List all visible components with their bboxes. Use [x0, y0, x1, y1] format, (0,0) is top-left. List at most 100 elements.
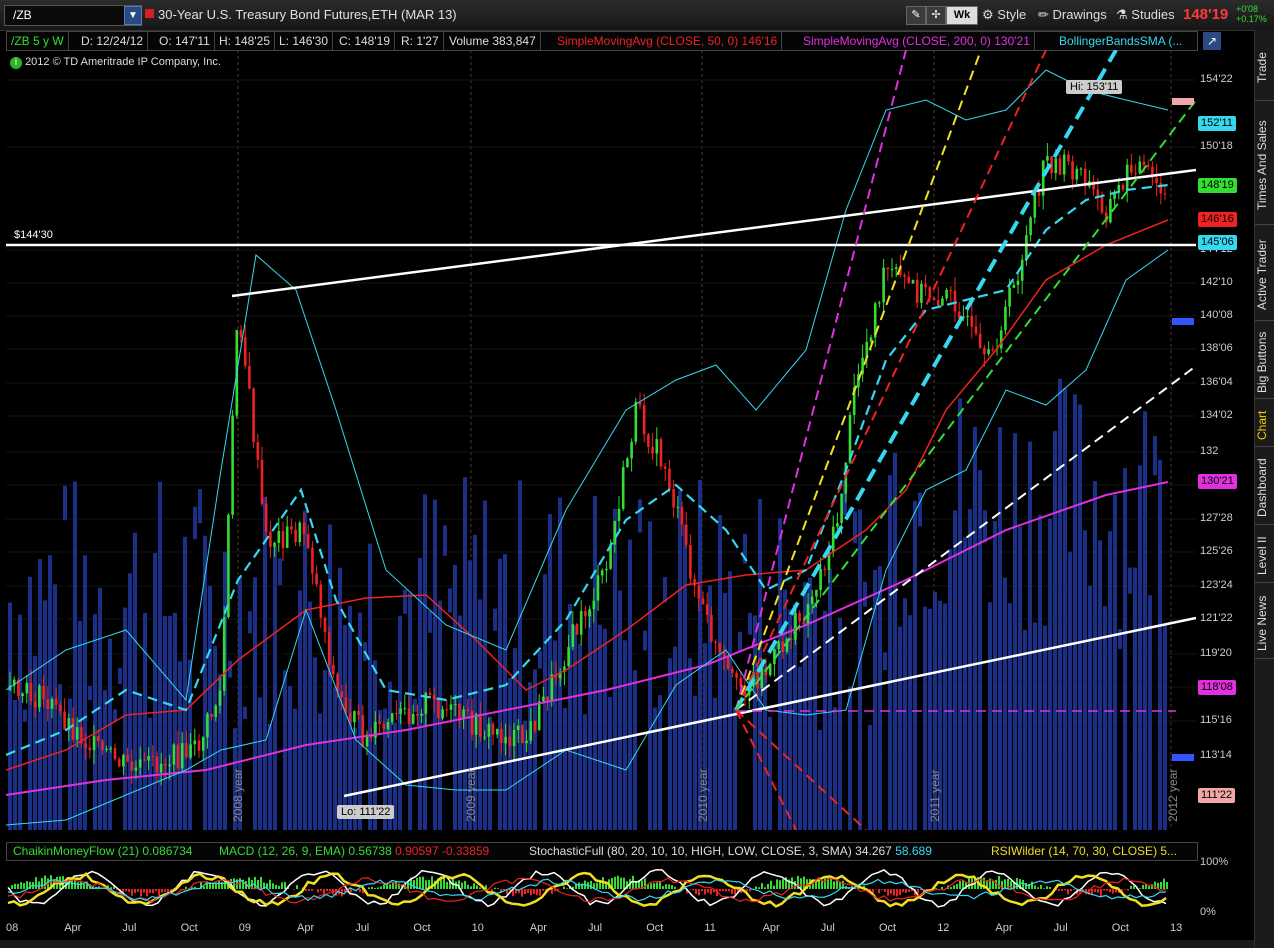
aggregation-button[interactable]: Wk — [946, 6, 978, 25]
macd-histogram-bar — [446, 881, 448, 889]
lower-axis-0: 0% — [1200, 906, 1216, 918]
sidebar-tab-dashboard[interactable]: Dashboard — [1255, 452, 1274, 525]
candle-body — [945, 289, 948, 299]
candle-body — [1058, 158, 1062, 175]
volume-bar — [1018, 526, 1022, 830]
price-label: 148'19 — [1198, 178, 1237, 193]
volume-bar — [403, 613, 407, 830]
candle-body — [810, 596, 814, 604]
volume-bar — [1048, 518, 1052, 830]
stochastic-study[interactable]: StochasticFull (80, 20, 10, 10, HIGH, LO… — [525, 843, 936, 860]
sidebar-tab-active-trader[interactable]: Active Trader — [1255, 230, 1274, 321]
drawing-tool-icon[interactable]: ✎ — [906, 6, 926, 25]
macd-histogram-bar — [668, 884, 670, 889]
candle-body — [483, 736, 486, 738]
sidebar-tab-live-news[interactable]: Live News — [1255, 588, 1274, 659]
price-tick: 121'22 — [1200, 612, 1233, 624]
candle-body — [323, 617, 327, 633]
sidebar-tab-chart[interactable]: Chart — [1255, 404, 1274, 447]
time-tick: 12 — [937, 922, 950, 934]
volume-bar — [563, 707, 567, 830]
chart-symbol-period[interactable]: /ZB 5 y W — [7, 32, 69, 50]
macd-histogram-bar — [140, 889, 142, 897]
sidebar-tab-trade[interactable]: Trade — [1255, 36, 1274, 101]
candle-body — [1121, 184, 1125, 190]
level-label: $144'30 — [14, 229, 53, 241]
macd-histogram-bar — [1133, 885, 1135, 889]
price-chart[interactable] — [6, 50, 1196, 830]
rsi-study[interactable]: RSIWilder (14, 70, 30, CLOSE) 5... — [987, 843, 1181, 860]
drawings-menu[interactable]: ✏ Drawings — [1038, 5, 1107, 24]
volume-bar — [838, 617, 842, 830]
bar-open: O: 147'11 — [155, 32, 215, 50]
price-axis[interactable]: 154'22150'18144'12142'10140'08138'06136'… — [1172, 50, 1252, 830]
link-status-icon[interactable] — [145, 9, 154, 18]
sidebar-tab-level-ii[interactable]: Level II — [1255, 530, 1274, 583]
macd-histogram-bar — [146, 889, 148, 897]
candle-body — [294, 529, 297, 543]
candle-body — [1016, 280, 1020, 285]
style-menu[interactable]: ⚙ Style — [982, 5, 1026, 24]
candle-body — [151, 756, 155, 758]
macd-histogram-bar — [14, 883, 16, 889]
sma50-study[interactable]: SimpleMovingAvg (CLOSE, 50, 0) 146'16 — [553, 32, 783, 50]
sma200-study[interactable]: SimpleMovingAvg (CLOSE, 200, 0) 130'21 — [799, 32, 1035, 50]
candle-body — [823, 568, 827, 570]
macd-histogram-bar — [1049, 886, 1051, 889]
sma50-value: 146'16 — [741, 34, 778, 48]
chart-settings-icon[interactable]: ↗ — [1203, 32, 1221, 50]
candle-body — [1079, 168, 1083, 170]
candle-body — [1163, 193, 1167, 195]
cmf-study[interactable]: ChaikinMoneyFlow (21) 0.086734 — [9, 843, 196, 860]
low-bubble: Lo: 111'22 — [337, 805, 395, 819]
candle-body — [260, 459, 264, 504]
macd-histogram-bar — [293, 889, 295, 890]
volume-bar — [653, 707, 657, 830]
macd-histogram-bar — [890, 889, 892, 894]
price-tick: 154'22 — [1200, 73, 1233, 85]
macd-histogram-bar — [443, 877, 445, 889]
candle-body — [630, 441, 633, 459]
time-tick: Jul — [588, 922, 603, 934]
sidebar-tab-big-buttons[interactable]: Big Buttons — [1255, 326, 1274, 399]
macd-histogram-bar — [704, 889, 706, 895]
price-tick: 113'14 — [1200, 749, 1232, 761]
candle-body — [949, 289, 953, 291]
candle-body — [155, 756, 159, 773]
macd-title: MACD (12, 26, 9, EMA) — [219, 844, 346, 858]
horizontal-scrollbar[interactable] — [0, 940, 1254, 948]
macd-histogram-bar — [524, 889, 526, 895]
volume-bar — [1143, 411, 1147, 830]
price-label: 118'08 — [1198, 680, 1236, 695]
lower-study-chart[interactable] — [6, 860, 1196, 918]
macd-histogram-bar — [902, 889, 904, 893]
candle-body — [403, 708, 407, 710]
sidebar-tab-times-and-sales[interactable]: Times And Sales — [1255, 106, 1274, 225]
candle-body — [96, 736, 100, 742]
macd-histogram-bar — [26, 881, 28, 889]
volume-bar — [253, 577, 257, 830]
volume-bar — [1043, 625, 1047, 830]
candle-body — [138, 759, 142, 768]
price-tick: 127'28 — [1200, 512, 1233, 524]
symbol-input[interactable]: /ZB — [4, 5, 142, 26]
macd-histogram-bar — [710, 889, 712, 895]
symbol-dropdown-button[interactable]: ▼ — [124, 6, 142, 25]
volume-bar — [583, 714, 587, 830]
bollinger-study[interactable]: BollingerBandsSMA (... — [1055, 32, 1186, 50]
time-axis[interactable]: 08 Apr Jul Oct 09 Apr Jul Oct 10 Apr Jul Oct 11 Apr Ju… — [6, 920, 1196, 940]
price-label: 145'06 — [1198, 235, 1237, 250]
macd-histogram-bar — [659, 881, 661, 889]
candle-body — [84, 743, 87, 748]
studies-menu[interactable]: ⚗ Studies — [1116, 5, 1175, 24]
info-icon[interactable]: i — [10, 57, 22, 69]
volume-bar — [103, 690, 107, 830]
macd-histogram-bar — [464, 880, 466, 889]
price-tick: 134'02 — [1200, 409, 1233, 421]
macd-histogram-bar — [419, 876, 421, 889]
crosshair-icon[interactable]: ✢ — [926, 6, 946, 25]
macd-histogram-bar — [137, 889, 139, 892]
macd-study[interactable]: MACD (12, 26, 9, EMA) 0.56738 0.90597 -0… — [215, 843, 493, 860]
macd-histogram-bar — [728, 889, 730, 892]
volume-bar — [848, 686, 852, 830]
